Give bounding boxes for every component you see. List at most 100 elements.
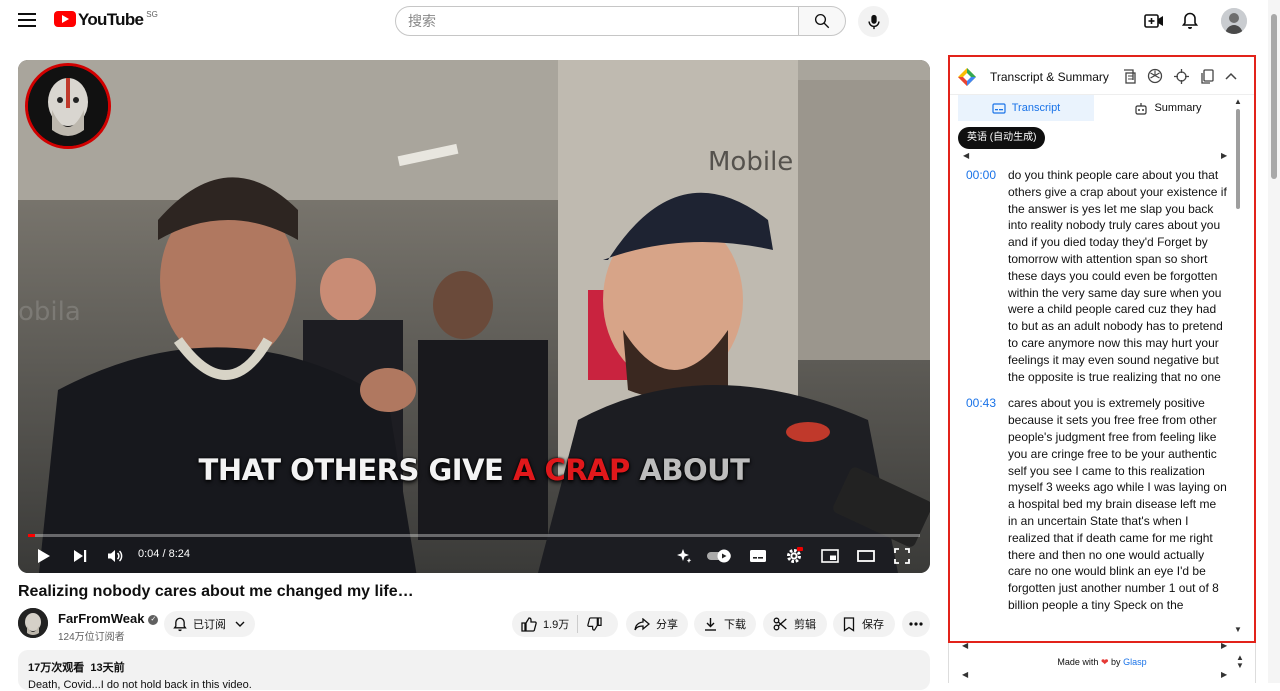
page-scrollbar[interactable] [1268, 0, 1280, 683]
segment-timestamp[interactable]: 00:00 [956, 167, 1008, 385]
tab-summary[interactable]: Summary [1100, 95, 1236, 121]
made-with-credit: Made with ❤ by Glasp [949, 657, 1255, 668]
volume-icon [108, 550, 123, 562]
youtube-play-icon [54, 11, 76, 27]
like-count: 1.9万 [543, 619, 570, 631]
page-scroll-thumb[interactable] [1271, 14, 1277, 179]
by-text: by [1111, 657, 1121, 667]
channel-name[interactable]: FarFromWeak ✓ [58, 611, 159, 626]
glasp-link[interactable]: Glasp [1123, 657, 1147, 667]
fullscreen-icon [894, 548, 910, 564]
footer-left-arrow-icon[interactable]: ◀ [962, 641, 968, 650]
masthead: YouTube SG [0, 0, 1280, 42]
download-button[interactable]: 下载 [694, 611, 756, 637]
create-video-icon [1144, 14, 1163, 28]
tab-transcript[interactable]: Transcript [958, 95, 1094, 121]
avatar-image-icon [1221, 8, 1247, 34]
crosshair-icon [1173, 68, 1189, 84]
copy-icon [1201, 68, 1214, 84]
like-dislike-group: 1.9万 [512, 611, 618, 637]
scroll-left-arrow-icon[interactable]: ◀ [963, 151, 969, 160]
volume-button[interactable] [105, 546, 125, 566]
tab-transcript-label: Transcript [1011, 102, 1061, 114]
theater-mode-button[interactable] [856, 546, 876, 566]
progress-fill [28, 534, 36, 537]
voice-search-button[interactable] [858, 6, 889, 37]
download-label: 下载 [724, 619, 746, 631]
clip-label: 剪辑 [794, 619, 816, 631]
channel-name-text: FarFromWeak [58, 611, 145, 626]
glasp-logo-icon [958, 68, 976, 86]
caption-highlight: A CRAP [512, 453, 630, 487]
language-chip[interactable]: 英语 (自动生成) [958, 127, 1046, 149]
subtitles-button[interactable] [748, 546, 768, 566]
subscribe-button[interactable]: 已订阅 [164, 611, 255, 637]
panel-scrollbar[interactable]: ▲ ▼ [1234, 97, 1242, 637]
collapse-panel-button[interactable] [1222, 67, 1240, 85]
create-button[interactable] [1143, 10, 1165, 32]
save-label: 保存 [862, 619, 884, 631]
transcript-segment: 00:43 cares about you is extremely posit… [956, 395, 1228, 613]
like-button[interactable]: 1.9万 [521, 615, 579, 633]
logo-text: YouTube [78, 10, 144, 29]
clip-button[interactable]: 剪辑 [763, 611, 827, 637]
made-with-text: Made with [1057, 657, 1099, 667]
script-icon [1123, 68, 1136, 84]
segment-timestamp[interactable]: 00:43 [956, 395, 1008, 613]
dislike-button[interactable] [578, 617, 602, 631]
fullscreen-button[interactable] [892, 546, 912, 566]
scroll-up-arrow-icon[interactable]: ▲ [1234, 97, 1242, 106]
footer-right-arrow-icon[interactable]: ▶ [1221, 641, 1227, 650]
copy-button[interactable] [1198, 67, 1216, 85]
segment-text: do you think people care about you that … [1008, 168, 1227, 384]
copy-transcript-button[interactable] [1120, 67, 1138, 85]
share-label: 分享 [656, 619, 678, 631]
search-button[interactable] [798, 6, 846, 36]
footer-left-arrow-2-icon[interactable]: ◀ [962, 670, 968, 679]
scroll-down-arrow-icon[interactable]: ▼ [1234, 625, 1242, 634]
youtube-logo[interactable]: YouTube SG [54, 11, 158, 29]
settings-button[interactable] [784, 546, 804, 566]
menu-icon[interactable] [18, 13, 36, 27]
transcript-segment: 00:00 do you think people care about you… [956, 167, 1228, 385]
caption-part-1: THAT OTHERS GIVE [198, 453, 513, 487]
more-actions-button[interactable] [902, 611, 930, 637]
panel-scroll-thumb[interactable] [1236, 109, 1240, 209]
channel-watermark [25, 63, 111, 149]
search-input[interactable] [408, 13, 798, 29]
progress-bar[interactable] [28, 534, 920, 537]
description-box[interactable]: 17万次观看 13天前 Death, Covid...I do not hold… [18, 650, 930, 691]
channel-avatar[interactable] [18, 608, 48, 638]
description-text: Death, Covid...I do not hold back in thi… [28, 679, 252, 691]
view-stats: 17万次观看 13天前 [28, 659, 920, 675]
microphone-icon [867, 14, 880, 29]
more-horizontal-icon [909, 622, 923, 626]
footer-scroll-down-icon[interactable]: ▼ [1236, 661, 1244, 670]
autoplay-toggle[interactable] [706, 546, 734, 566]
verified-icon: ✓ [148, 614, 159, 625]
save-button[interactable]: 保存 [833, 611, 895, 637]
jump-to-current-button[interactable] [1172, 67, 1190, 85]
publish-date: 13天前 [90, 662, 125, 674]
scroll-right-arrow-icon[interactable]: ▶ [1221, 151, 1227, 160]
subscriber-count: 124万位订阅者 [58, 632, 125, 643]
notifications-button[interactable] [1179, 10, 1201, 32]
warrior-face-icon [28, 66, 108, 146]
svg-text:obila: obila [18, 297, 81, 327]
scissors-icon [773, 617, 787, 631]
play-button[interactable] [34, 546, 54, 566]
tab-summary-label: Summary [1154, 102, 1202, 114]
transcript-list: 00:00 do you think people care about you… [956, 167, 1228, 624]
share-icon [634, 617, 650, 630]
footer-right-arrow-2-icon[interactable]: ▶ [1221, 670, 1227, 679]
share-button[interactable]: 分享 [626, 611, 688, 637]
heart-icon: ❤ [1100, 657, 1109, 667]
account-avatar[interactable] [1221, 8, 1247, 34]
chatgpt-button[interactable] [1146, 67, 1164, 85]
miniplayer-button[interactable] [820, 546, 840, 566]
next-button[interactable] [70, 546, 90, 566]
ai-feature-button[interactable] [674, 546, 694, 566]
video-player[interactable]: Mobile obila THAT OTHERS GIVE A CRAP ABO… [18, 60, 930, 573]
panel-header: Transcript & Summary [950, 57, 1254, 95]
miniplayer-icon [821, 549, 839, 563]
